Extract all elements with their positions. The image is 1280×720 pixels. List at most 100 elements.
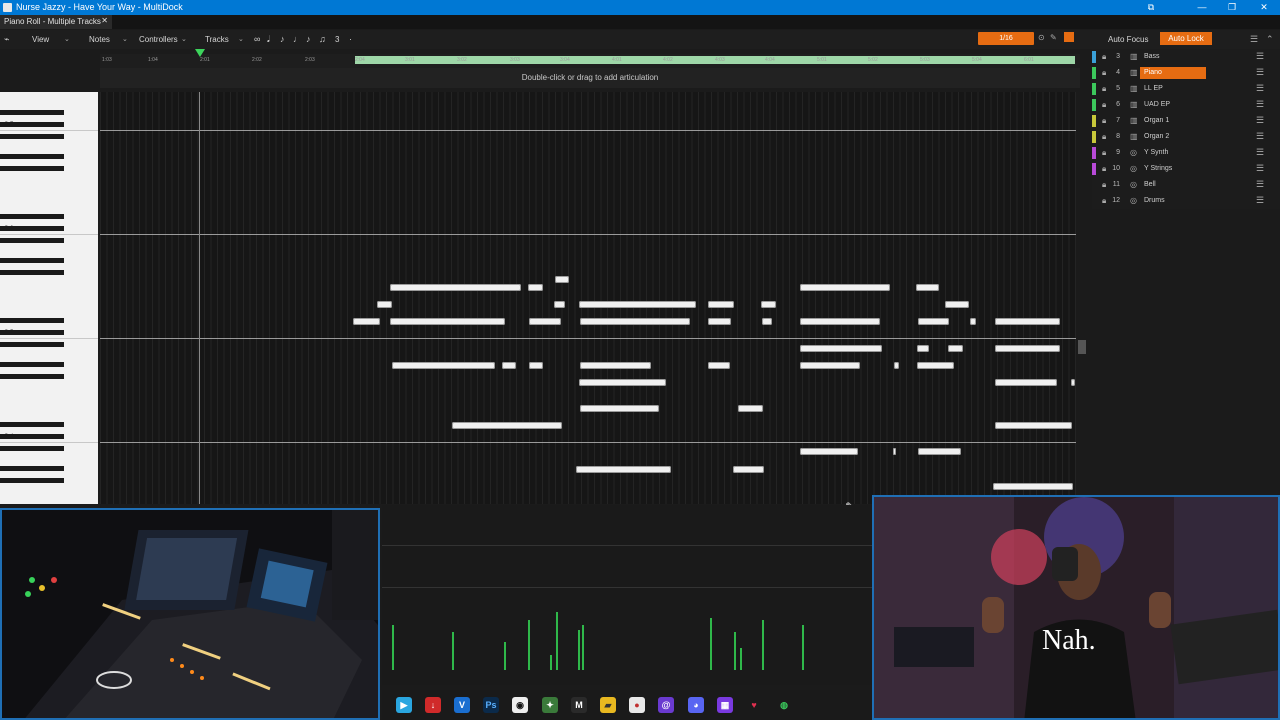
lock-icon[interactable]: 🔒︎ (1102, 132, 1106, 142)
tracks-menu[interactable]: Tracks (205, 35, 229, 44)
black-key[interactable] (0, 422, 64, 427)
grid-app-icon[interactable]: ▦ (717, 697, 733, 713)
track-row-drums[interactable]: 🔒︎ 12 ◎ Drums ☰ (1092, 193, 1280, 209)
pencil-icon[interactable]: ✎ (1050, 33, 1057, 42)
velocity-bar[interactable] (556, 612, 558, 670)
midi-note[interactable] (995, 422, 1072, 429)
midi-note[interactable] (353, 318, 380, 325)
lock-icon[interactable]: 🔒︎ (1102, 52, 1106, 62)
velocity-bar[interactable] (528, 620, 530, 670)
restore-view-icon[interactable]: ⧉ (1141, 1, 1161, 14)
track-row-piano[interactable]: 🔒︎ 4 ▥ Piano ☰ (1092, 65, 1280, 81)
minimize-button[interactable]: — (1192, 1, 1212, 14)
midi-note[interactable] (916, 284, 939, 291)
photoshop-icon[interactable]: Ps (483, 697, 499, 713)
midi-note[interactable] (390, 318, 505, 325)
velocity-bar[interactable] (802, 625, 804, 670)
midi-note[interactable] (738, 405, 763, 412)
obs-icon[interactable]: ◉ (512, 697, 528, 713)
chevron-down-icon[interactable]: ⌄ (64, 35, 70, 43)
midi-note[interactable] (529, 318, 561, 325)
black-key[interactable] (0, 134, 64, 139)
playhead-marker[interactable] (195, 49, 205, 57)
black-key[interactable] (0, 318, 64, 323)
sixteenth-note-icon[interactable]: 𝅘𝅥 (267, 34, 270, 45)
midi-note[interactable] (894, 362, 899, 369)
midi-note[interactable] (970, 318, 976, 325)
midi-note[interactable] (708, 362, 730, 369)
note-grid[interactable] (100, 92, 1076, 504)
timeline-ruler[interactable]: 1:03 1:04 2:01 2:02 2:03 2:04 3:01 3:02 3:03 3:04… (100, 54, 1080, 68)
lock-icon[interactable]: 🔒︎ (1102, 164, 1106, 174)
black-key[interactable] (0, 110, 64, 115)
chrome-icon[interactable]: ● (629, 697, 645, 713)
black-key[interactable] (0, 330, 64, 335)
velocity-bar[interactable] (392, 625, 394, 670)
midi-note[interactable] (995, 379, 1057, 386)
track-row-uad-ep[interactable]: 🔒︎ 6 ▥ UAD EP ☰ (1092, 97, 1280, 113)
track-menu-icon[interactable]: ☰ (1256, 179, 1264, 190)
download-icon[interactable]: ↓ (425, 697, 441, 713)
black-key[interactable] (0, 270, 64, 275)
notes-icon[interactable]: ▰ (600, 697, 616, 713)
black-key[interactable] (0, 434, 64, 439)
tab-piano-roll[interactable]: Piano Roll - Multiple Tracks ✕ (0, 15, 112, 29)
midi-note[interactable] (529, 362, 543, 369)
velocity-bar[interactable] (762, 620, 764, 670)
black-key[interactable] (0, 478, 64, 483)
midi-note[interactable] (576, 466, 671, 473)
velocity-bar[interactable] (550, 655, 552, 670)
track-menu-icon[interactable]: ☰ (1256, 163, 1264, 174)
velocity-bar[interactable] (578, 630, 580, 670)
lock-icon[interactable]: 🔒︎ (1102, 84, 1106, 94)
track-menu-icon[interactable]: ☰ (1256, 131, 1264, 142)
track-menu-icon[interactable]: ☰ (1256, 115, 1264, 126)
auto-lock-button[interactable]: Auto Lock (1160, 32, 1212, 45)
midi-note[interactable] (893, 448, 896, 455)
track-menu-icon[interactable]: ☰ (1256, 83, 1264, 94)
midi-note[interactable] (918, 448, 961, 455)
view-menu[interactable]: View (32, 35, 49, 44)
midi-note[interactable] (579, 301, 696, 308)
midi-note[interactable] (708, 318, 731, 325)
articulation-lane[interactable]: Double-click or drag to add articulation (100, 68, 1080, 88)
velocity-bar[interactable] (734, 632, 736, 670)
midi-note[interactable] (761, 301, 776, 308)
track-row-organ-1[interactable]: 🔒︎ 7 ▥ Organ 1 ☰ (1092, 113, 1280, 129)
black-key[interactable] (0, 214, 64, 219)
lock-icon[interactable]: 🔒︎ (1102, 148, 1106, 158)
midi-note[interactable] (708, 301, 734, 308)
midi-note[interactable] (528, 284, 543, 291)
midi-note[interactable] (452, 422, 562, 429)
maximize-button[interactable]: ❐ (1222, 1, 1242, 14)
black-key[interactable] (0, 342, 64, 347)
piano-keyboard[interactable]: C 7C 6C 5C 4 (0, 92, 98, 504)
midi-note[interactable] (917, 345, 929, 352)
midi-note[interactable] (392, 362, 495, 369)
dot-icon[interactable]: · (349, 34, 352, 44)
whole-note-icon[interactable]: ♫ (319, 34, 326, 44)
snap-resolution-button[interactable]: 1/16 (978, 32, 1034, 45)
midi-note[interactable] (580, 362, 651, 369)
record-icon[interactable]: ◍ (776, 697, 792, 713)
black-key[interactable] (0, 122, 64, 127)
black-key[interactable] (0, 258, 64, 263)
track-menu-icon[interactable]: ☰ (1256, 67, 1264, 78)
chevron-down-icon[interactable]: ⌄ (181, 35, 187, 43)
midi-note[interactable] (733, 466, 764, 473)
midi-note[interactable] (502, 362, 516, 369)
arrow-app-icon[interactable]: ▶ (396, 697, 412, 713)
track-menu-icon[interactable]: ☰ (1256, 99, 1264, 110)
discord-icon[interactable]: ◕ (688, 697, 704, 713)
vertical-scrollbar[interactable] (1078, 340, 1086, 354)
midi-note[interactable] (800, 448, 858, 455)
midi-note[interactable] (948, 345, 963, 352)
midi-note[interactable] (580, 318, 690, 325)
lock-icon[interactable]: 🔒︎ (1102, 196, 1106, 206)
tuplet-count[interactable]: 3 (335, 35, 339, 44)
black-key[interactable] (0, 374, 64, 379)
midi-note[interactable] (579, 379, 666, 386)
track-row-bass[interactable]: 🔒︎ 3 ▥ Bass ☰ (1092, 49, 1280, 65)
black-key[interactable] (0, 446, 64, 451)
quarter-note-icon[interactable]: ♩ (293, 34, 302, 44)
